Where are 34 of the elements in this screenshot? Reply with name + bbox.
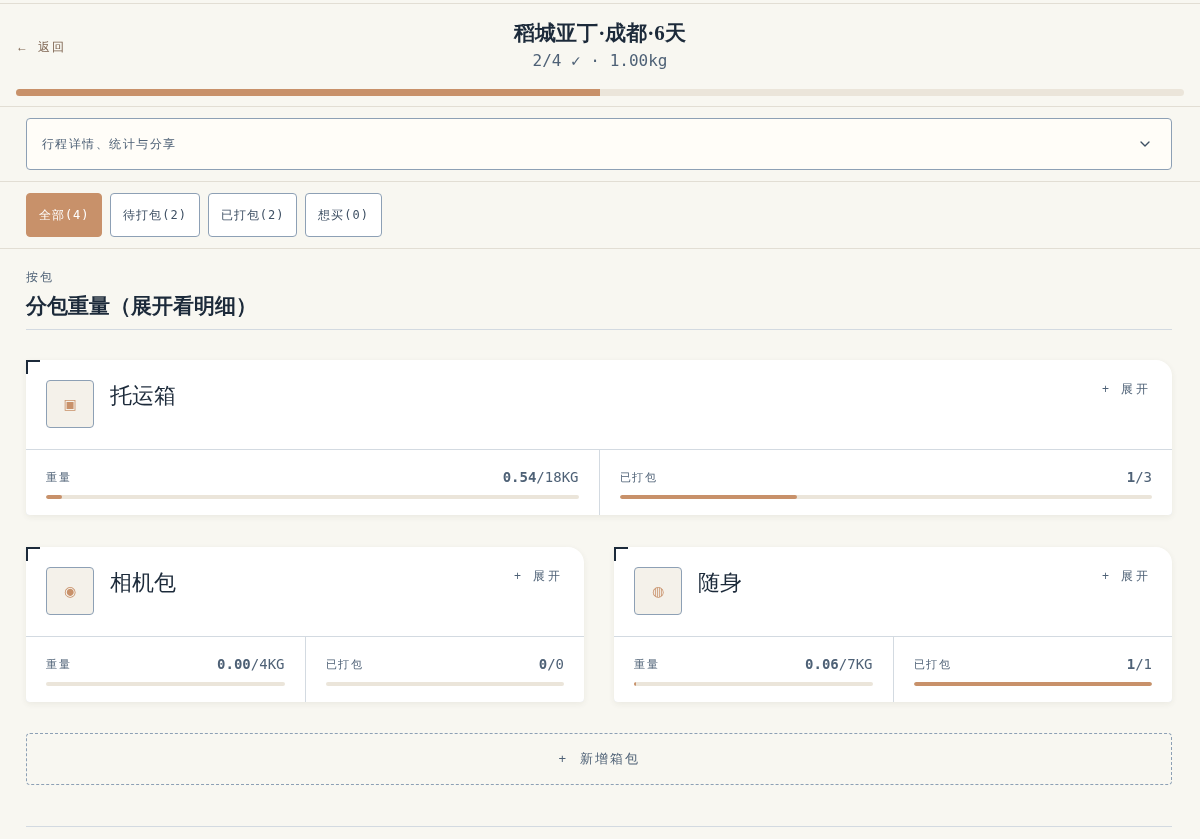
- bag-name: 随身: [698, 569, 742, 597]
- corner-bracket-icon: [26, 360, 40, 374]
- stat-value: 1/1: [1126, 654, 1152, 674]
- trip-title: 稻城亚丁·成都·6天: [514, 20, 686, 47]
- expand-link[interactable]: + 展开: [1102, 380, 1150, 398]
- stat-label: 重量: [46, 469, 72, 485]
- stat-label: 已打包: [619, 469, 659, 485]
- corner-bracket-icon: [26, 547, 40, 561]
- stat-label: 重量: [634, 656, 660, 672]
- stat-label: 重量: [46, 656, 72, 672]
- back-link[interactable]: ← 返回: [16, 37, 66, 56]
- bag-name: 托运箱: [110, 382, 176, 410]
- symbol-icon: ◉: [46, 567, 94, 615]
- stat-value: 0.54/18KG: [502, 467, 579, 487]
- trip-summary: 2/4 ✓ · 1.00kg: [532, 50, 668, 72]
- bag-name: 相机包: [110, 569, 176, 597]
- filter-tab[interactable]: 想买(0): [305, 193, 382, 237]
- expand-link[interactable]: + 展开: [1102, 567, 1150, 585]
- filter-tab[interactable]: 已打包(2): [207, 193, 298, 237]
- details-dropdown[interactable]: 行程详情、统计与分享: [26, 118, 1172, 170]
- stat-label: 已打包: [913, 656, 953, 672]
- symbol-icon: ◍: [634, 567, 682, 615]
- corner-bracket-icon: [614, 547, 628, 561]
- stat-label: 已打包: [325, 656, 365, 672]
- section-eyebrow: 按包: [26, 269, 55, 286]
- add-bag-button[interactable]: + 新增箱包: [26, 733, 1172, 785]
- stat-value: 0.00/4KG: [217, 654, 285, 674]
- symbol-icon: ▣: [46, 380, 94, 428]
- filter-tab[interactable]: 待打包(2): [110, 193, 200, 237]
- expand-link[interactable]: + 展开: [514, 567, 562, 585]
- stat-value: 1/3: [1126, 467, 1152, 487]
- stat-value: 0/0: [538, 654, 564, 674]
- section-title: 分包重量（展开看明细）: [26, 293, 257, 320]
- stat-value: 0.06/7KG: [805, 654, 873, 674]
